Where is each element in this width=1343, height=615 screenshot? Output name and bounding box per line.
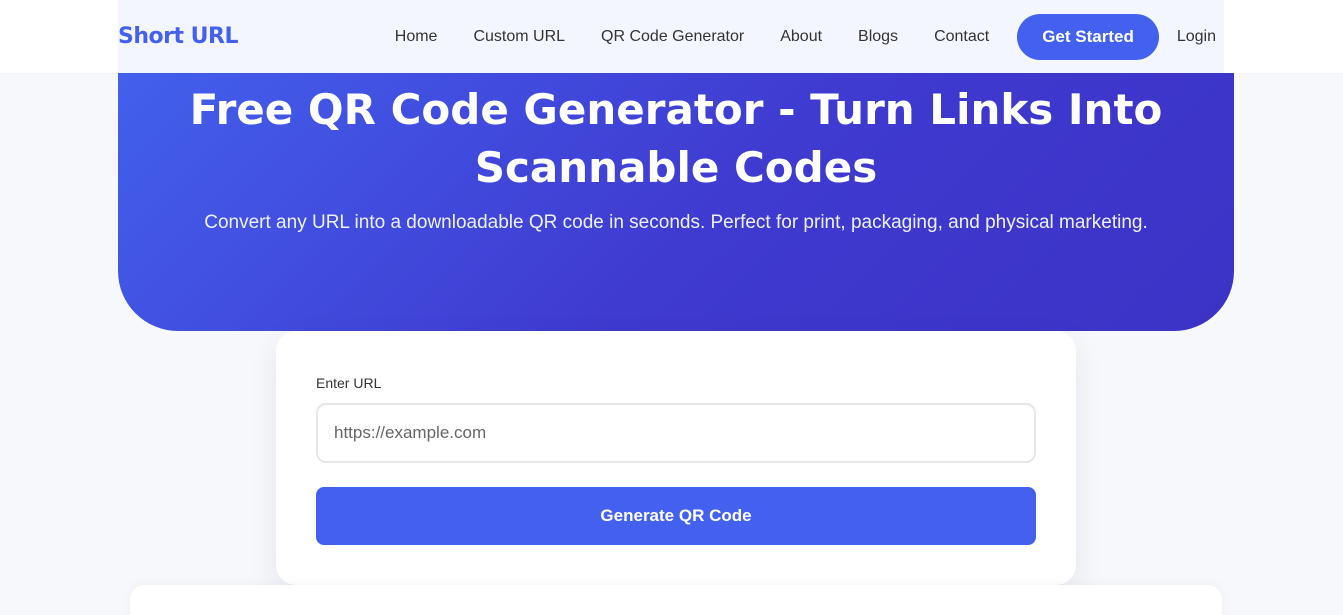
navbar: Short URL Home Custom URL QR Code Genera… bbox=[0, 0, 1343, 73]
brand-logo[interactable]: Short URL bbox=[118, 24, 238, 49]
qr-form-card: Enter URL Generate QR Code bbox=[276, 331, 1076, 585]
navbar-inner: Short URL Home Custom URL QR Code Genera… bbox=[118, 0, 1224, 73]
hero-banner: Free QR Code Generator - Turn Links Into… bbox=[118, 50, 1234, 331]
page: Short URL Home Custom URL QR Code Genera… bbox=[0, 0, 1343, 615]
generate-qr-code-button[interactable]: Generate QR Code bbox=[316, 487, 1036, 545]
nav-link-custom-url[interactable]: Custom URL bbox=[473, 28, 565, 46]
nav-link-about[interactable]: About bbox=[780, 28, 822, 46]
main-nav: Home Custom URL QR Code Generator About … bbox=[395, 13, 1224, 60]
hero-subtitle: Convert any URL into a downloadable QR c… bbox=[204, 212, 1148, 233]
nav-link-blogs[interactable]: Blogs bbox=[858, 28, 898, 46]
url-field-label: Enter URL bbox=[316, 375, 382, 391]
get-started-button[interactable]: Get Started bbox=[1017, 13, 1159, 60]
results-card bbox=[130, 585, 1222, 615]
nav-link-qr-code-generator[interactable]: QR Code Generator bbox=[601, 28, 744, 46]
login-link[interactable]: Login bbox=[1177, 28, 1216, 46]
nav-link-contact[interactable]: Contact bbox=[934, 28, 989, 46]
nav-link-home[interactable]: Home bbox=[395, 28, 438, 46]
hero-title: Free QR Code Generator - Turn Links Into… bbox=[189, 85, 1163, 192]
url-input[interactable] bbox=[316, 403, 1036, 463]
